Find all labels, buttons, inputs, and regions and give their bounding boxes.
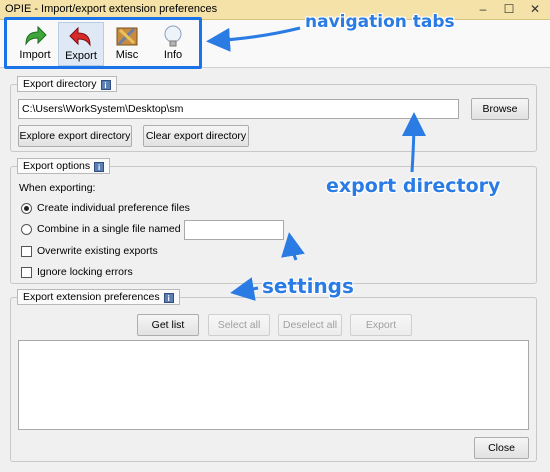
annotation-arrows xyxy=(206,26,426,301)
nav-tabs-arrow xyxy=(206,26,301,52)
settings-annotation: settings xyxy=(262,274,354,298)
navigation-tabs-annotation: navigation tabs xyxy=(305,12,455,32)
export-directory-arrow xyxy=(401,112,426,173)
export-directory-annotation: export directory xyxy=(326,175,501,197)
settings-arrow-left xyxy=(230,277,259,301)
settings-arrow-up xyxy=(281,232,305,261)
